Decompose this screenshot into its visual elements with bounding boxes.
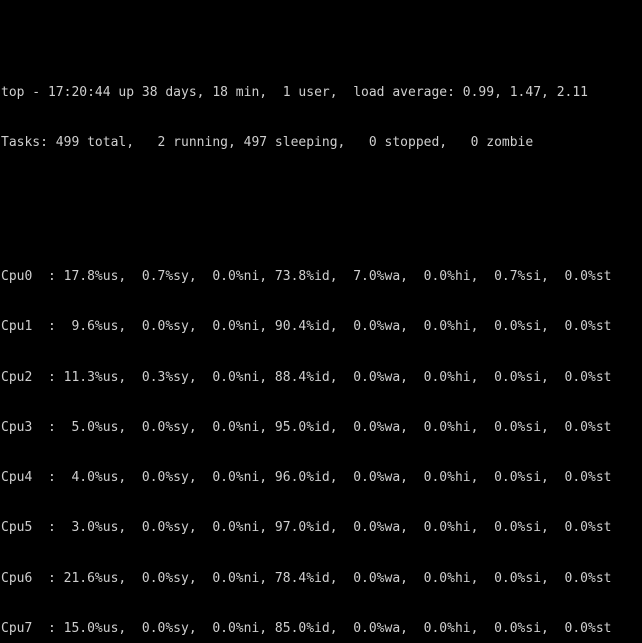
cpu-line-7: Cpu7 : 15.0%us, 0.0%sy, 0.0%ni, 85.0%id,…	[1, 620, 612, 636]
tasks-line: Tasks: 499 total, 2 running, 497 sleepin…	[1, 135, 534, 150]
cpu-line-0: Cpu0 : 17.8%us, 0.7%sy, 0.0%ni, 73.8%id,…	[1, 269, 612, 284]
cpu-line-1: Cpu1 : 9.6%us, 0.0%sy, 0.0%ni, 90.4%id, …	[1, 319, 612, 335]
cpu-line-4: Cpu4 : 4.0%us, 0.0%sy, 0.0%ni, 96.0%id, …	[1, 470, 612, 485]
summary-area: top - 17:20:44 up 38 days, 18 min, 1 use…	[0, 50, 642, 185]
cpu-line-3: Cpu3 : 5.0%us, 0.0%sy, 0.0%ni, 95.0%id, …	[1, 419, 612, 435]
uptime-line: top - 17:20:44 up 38 days, 18 min, 1 use…	[1, 84, 588, 100]
terminal-window[interactable]: top - 17:20:44 up 38 days, 18 min, 1 use…	[0, 0, 642, 643]
cpu-line-2: Cpu2 : 11.3%us, 0.3%sy, 0.0%ni, 88.4%id,…	[1, 369, 612, 385]
cpu-list: Cpu0 : 17.8%us, 0.7%sy, 0.0%ni, 73.8%id,…	[0, 236, 642, 643]
cpu-line-5: Cpu5 : 3.0%us, 0.0%sy, 0.0%ni, 97.0%id, …	[1, 520, 612, 536]
cpu-line-6: Cpu6 : 21.6%us, 0.0%sy, 0.0%ni, 78.4%id,…	[1, 570, 612, 586]
